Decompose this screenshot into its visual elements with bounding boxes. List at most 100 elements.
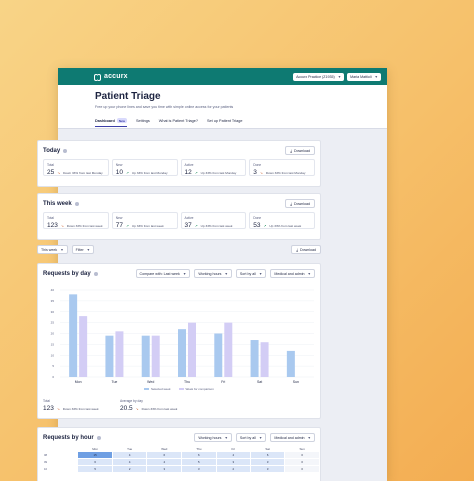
x-tick-label: Wed <box>147 380 154 384</box>
info-icon[interactable] <box>63 148 68 153</box>
stat-label: New <box>115 163 123 167</box>
type-select-value: Medical and admin <box>274 435 305 440</box>
day-header: Tue <box>127 446 133 451</box>
stat-change: Down 33% from last Monday <box>265 170 306 175</box>
stat-value: 53 <box>253 222 261 229</box>
heat-cell: 6 <box>147 452 182 458</box>
heat-cell: 6 <box>250 452 285 458</box>
stat-value: 25 <box>47 169 55 176</box>
stat-change: Down 33% from last week <box>66 223 103 228</box>
tab-settings[interactable]: Settings <box>136 118 150 127</box>
info-icon[interactable] <box>74 201 79 206</box>
requests-by-hour-title: Requests by hour <box>43 434 94 441</box>
chevron-down-icon: ▼ <box>60 247 64 252</box>
stat-change: Up 33% from last week <box>200 223 233 228</box>
stat-change: Down 33% from last week <box>62 406 99 411</box>
arrow-up-icon: ↗ <box>125 170 129 175</box>
y-tick-label: 0 <box>52 375 54 379</box>
tab-set-up-patient-triage[interactable]: Set up Patient Triage <box>207 118 242 127</box>
bar-tue-series-2[interactable] <box>115 331 124 377</box>
practice-select[interactable]: Accurx Practice (Z1935) ▼ <box>293 72 345 81</box>
corner-cell <box>44 446 77 451</box>
bar-sat-series-1[interactable] <box>250 340 259 377</box>
stat-label: New <box>115 216 123 220</box>
y-tick-label: 20 <box>51 332 55 336</box>
page-header: Patient Triage Free up your phone lines … <box>58 85 387 129</box>
stat-label: Average by day <box>120 399 143 403</box>
today-title: Today <box>43 147 61 154</box>
arrow-down-icon: ↘ <box>135 406 139 411</box>
heat-cell: 4 <box>112 452 147 458</box>
hour-label: 08 <box>44 453 48 457</box>
heat-cell: 4 <box>112 459 147 465</box>
bar-mon-series-1[interactable] <box>69 294 78 377</box>
arrow-down-icon: ↘ <box>56 406 60 411</box>
bar-sat-series-2[interactable] <box>260 342 269 377</box>
legend-swatch <box>178 388 184 390</box>
type-select[interactable]: Medical and admin ▼ <box>270 433 315 442</box>
heat-cell: 3 <box>147 466 182 472</box>
info-icon[interactable] <box>96 435 101 440</box>
filter-label: Filter <box>75 247 84 252</box>
stat-change: Up 33% from last week <box>131 223 164 228</box>
requests-by-day-card: Requests by day Compare with: Last week ▼… <box>37 263 321 419</box>
arrow-up-icon: ↗ <box>194 170 198 175</box>
this-week-download-button[interactable]: ⤓ Download <box>285 199 315 208</box>
user-select[interactable]: Maria Mattioli ▼ <box>347 72 381 81</box>
legend-item: Week for comparison <box>178 387 214 391</box>
stat-value: 12 <box>184 169 192 176</box>
heat-cell: 0 <box>285 459 319 465</box>
logo[interactable]: accurx <box>94 73 128 81</box>
hour-label: 09 <box>44 460 48 464</box>
heat-cell: 3 <box>250 466 285 472</box>
week-select[interactable]: This week ▼ <box>37 245 68 254</box>
page-title: Patient Triage <box>95 91 161 102</box>
day-header: Sun <box>299 446 305 451</box>
bar-tue-series-1[interactable] <box>105 335 114 377</box>
stat-value: 3 <box>253 169 257 176</box>
filters-download-button[interactable]: ⤓ Download <box>291 245 321 254</box>
bar-thu-series-1[interactable] <box>178 329 186 377</box>
stat-change: Down 33% from last week <box>141 406 178 411</box>
bar-sun-series-1[interactable] <box>286 350 295 377</box>
chevron-down-icon: ▼ <box>258 435 263 440</box>
stat-label: Done <box>253 163 262 167</box>
y-tick-label: 35 <box>51 299 55 303</box>
hours-select[interactable]: Working hours ▼ <box>194 433 232 442</box>
day-header: Thu <box>196 446 202 451</box>
arrow-up-icon: ↗ <box>125 223 129 228</box>
legend-swatch <box>144 388 149 390</box>
stat-value: 123 <box>43 405 54 412</box>
today-download-button[interactable]: ⤓ Download <box>285 146 315 155</box>
bar-fri-series-1[interactable] <box>214 333 223 378</box>
stat-done: Done 53 ↗ Up 33% from last week <box>249 212 315 229</box>
bar-wed-series-1[interactable] <box>141 335 150 377</box>
week-select-value: This week <box>41 247 58 252</box>
summary-average: Average by day 20.5 ↘ Down 33% from last w… <box>120 399 177 412</box>
logo-icon <box>94 74 101 81</box>
sort-select[interactable]: Sort by all ▼ <box>235 433 267 442</box>
stat-label: Active <box>184 216 194 220</box>
download-label: Download <box>300 247 316 252</box>
bar-thu-series-2[interactable] <box>188 322 196 377</box>
stat-value: 77 <box>115 222 123 229</box>
chevron-down-icon: ▼ <box>224 435 228 440</box>
tab-label: Set up Patient Triage <box>207 119 243 123</box>
bar-mon-series-2[interactable] <box>79 316 88 377</box>
bar-wed-series-2[interactable] <box>151 335 160 377</box>
stat-active: Active 37 ↗ Up 33% from last week <box>180 212 247 229</box>
tab-what-is-patient-triage[interactable]: What is Patient Triage? <box>159 118 198 127</box>
sort-select-value: Sort by all <box>239 435 256 440</box>
day-header: Fri <box>231 446 236 451</box>
bar-fri-series-2[interactable] <box>224 322 233 377</box>
download-label: Download <box>294 148 310 153</box>
chevron-down-icon: ▼ <box>86 247 91 252</box>
tab-dashboard[interactable]: Dashboard New <box>95 118 128 127</box>
x-tick-label: Sat <box>257 380 262 384</box>
stat-new: New 10 ↗ Up 33% from last Monday <box>111 159 178 176</box>
table-row: 09 6 4 4 5 3 3 0 <box>44 459 319 465</box>
requests-by-day-chart: 40 35 30 25 20 15 10 5 0 Mon Tue Wed Thu Fri Sat Sun <box>51 288 314 384</box>
filter-button[interactable]: Filter ▼ <box>71 245 95 254</box>
heat-cell: 5 <box>78 466 112 472</box>
requests-by-hour-table: Mon Tue Wed Thu Fri Sat Sun 08 15 4 6 6 4 6 0 09 6 4 4 5 3 3… <box>43 445 320 473</box>
